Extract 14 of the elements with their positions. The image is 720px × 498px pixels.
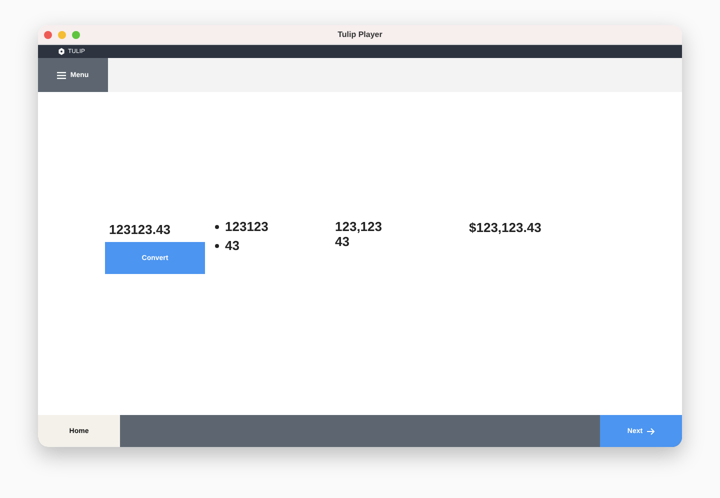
bullet-icon xyxy=(215,244,219,248)
bullet-icon xyxy=(215,224,219,228)
logo-icon xyxy=(58,48,65,55)
list-item: 43 xyxy=(225,238,240,253)
arrow-right-icon xyxy=(646,428,655,434)
list-item: 123123 xyxy=(225,219,268,234)
window-title: Tulip Player xyxy=(338,30,382,39)
zoom-icon[interactable] xyxy=(72,30,80,38)
formatted-number: 123,123 xyxy=(335,219,383,234)
minimize-icon[interactable] xyxy=(58,30,66,38)
close-icon[interactable] xyxy=(44,30,52,38)
currency-value: $123,123.43 xyxy=(469,220,542,235)
menu-icon xyxy=(57,72,66,78)
formatted-number: 43 xyxy=(335,234,350,249)
